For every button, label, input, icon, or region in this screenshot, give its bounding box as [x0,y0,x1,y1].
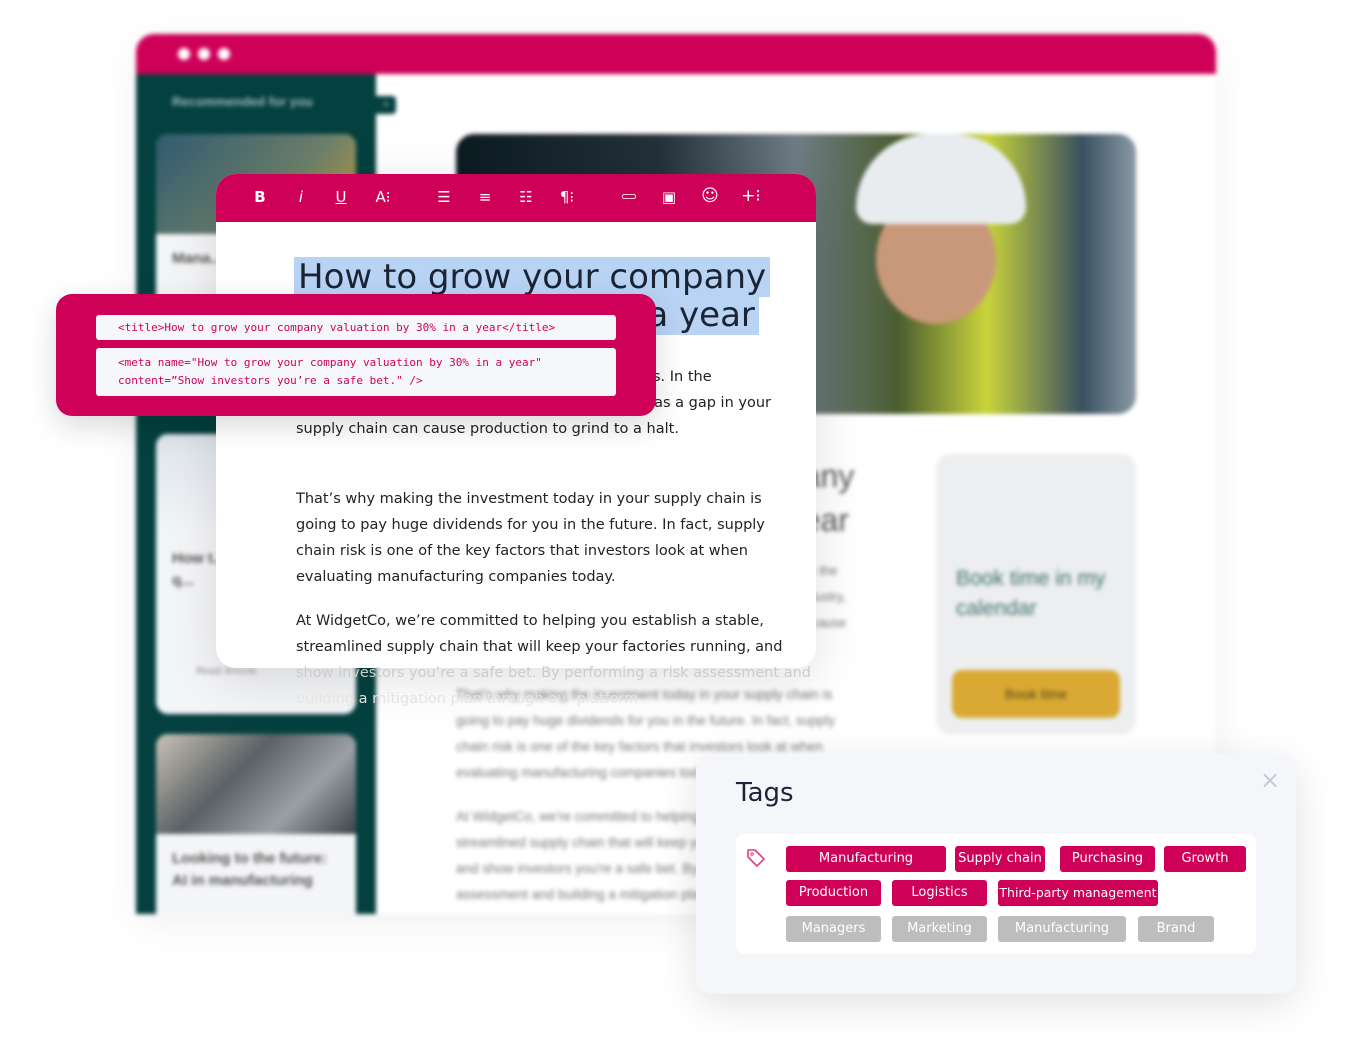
tags-title: Tags [736,778,794,808]
tag-active[interactable]: Purchasing [1060,846,1155,872]
paragraph-icon[interactable]: ¶⁝ [555,188,579,206]
tag-active[interactable]: Manufacturing [786,846,946,872]
book-time-button[interactable]: Book time [952,670,1120,718]
book-card-title: Book time in my calendar [956,567,1106,620]
underline-icon[interactable]: U [329,188,353,206]
window-dot-icon [178,48,190,60]
window-titlebar [136,34,1216,74]
window-dot-icon [218,48,230,60]
meta-line: <meta name="How to grow your company val… [118,356,542,369]
sidebar-heading: Recommended for you [172,94,313,109]
tag-active[interactable]: Supply chain [955,846,1045,872]
numbered-list-icon[interactable]: ☷ [514,188,538,206]
link-icon[interactable]: ⊂⊃ [616,190,640,203]
tag-inactive[interactable]: Marketing [892,916,987,942]
window-dot-icon [198,48,210,60]
tag-active[interactable]: Production [786,880,881,906]
paragraph[interactable]: That’s why making the investment today i… [296,486,786,590]
card-title: Looking to the future: AI in manufacturi… [172,850,327,889]
tag-list: Manufacturing Supply chain Purchasing Gr… [736,834,1256,954]
bold-icon[interactable]: B [248,188,272,206]
font-size-icon[interactable]: A⁝ [371,188,395,206]
insert-more-icon[interactable]: +⁝ [739,186,763,206]
paragraph[interactable]: At WidgetCo, we’re committed to helping … [296,608,786,660]
rich-text-editor[interactable]: B i U A⁝ ☰ ≡ ☷ ¶⁝ ⊂⊃ ▣ ☺ +⁝ How to grow … [216,174,816,668]
meta-line: content=”Show investors you’re a safe be… [118,374,423,387]
book-time-card: Book time in my calendar Book time [936,454,1136,734]
tag-icon [747,849,765,867]
title-tag-field[interactable]: <title>How to grow your company valuatio… [96,315,616,340]
align-left-icon[interactable]: ☰ [432,188,456,206]
editor-toolbar: B i U A⁝ ☰ ≡ ☷ ¶⁝ ⊂⊃ ▣ ☺ +⁝ [216,174,816,222]
tag-active[interactable]: Third-party management [998,880,1158,906]
tag-active[interactable]: Logistics [892,880,987,906]
faded-text-line: show investors you’re a safe bet. By per… [296,665,812,681]
seo-meta-panel: <title>How to grow your company valuatio… [56,294,656,416]
italic-icon[interactable]: i [289,188,313,206]
close-icon[interactable]: × [1260,766,1280,794]
faded-text-line: building a mitigation plan through our p… [296,691,639,707]
meta-tag-field[interactable]: <meta name="How to grow your company val… [96,348,616,396]
tag-inactive[interactable]: Manufacturing [998,916,1126,942]
align-center-icon[interactable]: ≡ [473,188,497,206]
title-line: How to grow your company [294,257,771,297]
image-icon[interactable]: ▣ [657,188,681,206]
emoji-icon[interactable]: ☺ [698,186,722,206]
tag-inactive[interactable]: Brand [1138,916,1214,942]
tag-active[interactable]: Growth [1164,846,1246,872]
card-image [156,734,356,834]
hard-hat [856,134,1026,224]
tag-inactive[interactable]: Managers [786,916,881,942]
sidebar-collapse-icon[interactable]: × [376,96,396,114]
recommended-card[interactable]: Looking to the future: AI in manufacturi… [156,734,356,914]
tags-panel: Tags × Manufacturing Supply chain Purcha… [696,754,1296,994]
